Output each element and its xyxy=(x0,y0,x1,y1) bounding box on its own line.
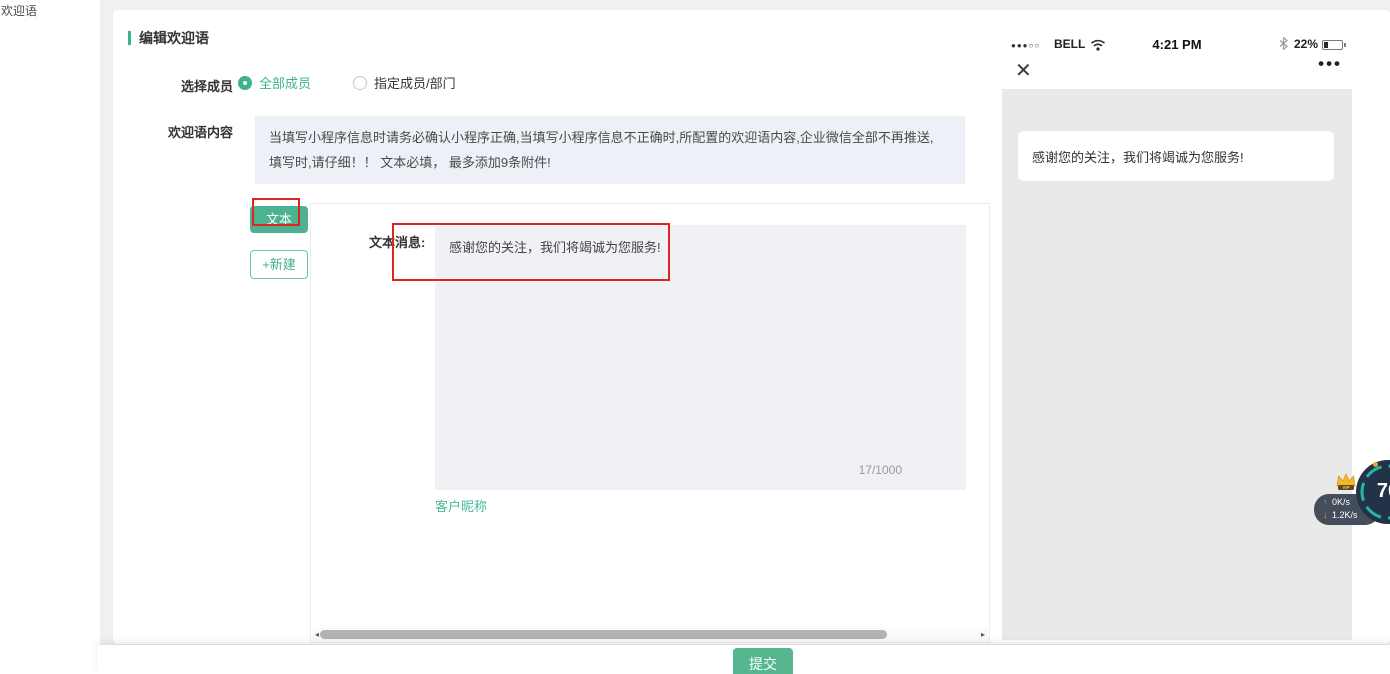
upload-speed: 0K/s xyxy=(1332,497,1350,507)
welcome-message-bubble: 感谢您的关注，我们将竭诚为您服务! xyxy=(1018,131,1334,181)
submit-button[interactable]: 提交 xyxy=(733,648,793,674)
footer-bar: 提交 xyxy=(97,645,1390,674)
title-accent-bar xyxy=(128,31,131,45)
radio-specified-members[interactable] xyxy=(353,76,367,90)
page-title: 编辑欢迎语 xyxy=(139,28,209,48)
welcome-content-label: 欢迎语内容 xyxy=(141,122,233,141)
scroll-right-icon[interactable]: ▸ xyxy=(978,628,988,641)
radio-specified-members-label[interactable]: 指定成员/部门 xyxy=(374,73,456,92)
battery-percent: 22% xyxy=(1294,37,1318,51)
section-title-row: 编辑欢迎语 xyxy=(128,28,209,48)
chat-area: 感谢您的关注，我们将竭诚为您服务! xyxy=(1002,90,1352,640)
select-member-label: 选择成员 xyxy=(151,76,233,95)
vip-crown-icon: VIP xyxy=(1334,471,1358,498)
edit-welcome-card: 编辑欢迎语 选择成员 全部成员 指定成员/部门 欢迎语内容 当填写小程序信息时请… xyxy=(113,10,1390,644)
svg-text:VIP: VIP xyxy=(1342,485,1349,490)
bluetooth-icon xyxy=(1279,37,1288,55)
left-sidebar: 欢迎语 xyxy=(0,0,100,674)
download-arrow-icon: ↓ xyxy=(1323,509,1332,522)
member-radio-group: 全部成员 指定成员/部门 xyxy=(238,73,456,92)
char-counter: 17/1000 xyxy=(859,461,902,480)
battery-icon xyxy=(1322,40,1343,50)
phone-preview: ●●●○○ BELL 4:21 PM 22% ✕ ••• 感谢您的关注，我们将竭… xyxy=(1002,28,1352,640)
phone-header: ●●●○○ BELL 4:21 PM 22% ✕ ••• xyxy=(1002,28,1352,90)
score-gauge-widget[interactable]: 70 xyxy=(1356,460,1390,524)
sidebar-item-welcome-message[interactable]: 欢迎语 xyxy=(1,2,37,19)
radio-all-members-label[interactable]: 全部成员 xyxy=(259,73,311,92)
annotation-box-text-tab xyxy=(252,198,300,226)
notice-line-1: 当填写小程序信息时请务必确认小程序正确,当填写小程序信息不正确时,所配置的欢迎语… xyxy=(269,125,951,150)
upload-arrow-icon: ↑ xyxy=(1323,496,1332,509)
horizontal-scrollbar[interactable]: ◂ ▸ xyxy=(312,628,988,641)
notice-line-2: 填写时,请仔细！！ 文本必填， 最多添加9条附件! xyxy=(269,150,951,175)
screen: 欢迎语 编辑欢迎语 选择成员 全部成员 指定成员/部门 欢迎语内容 当填写小程序… xyxy=(0,0,1390,674)
notice-box: 当填写小程序信息时请务必确认小程序正确,当填写小程序信息不正确时,所配置的欢迎语… xyxy=(255,116,965,184)
add-new-attachment-button[interactable]: +新建 xyxy=(250,250,308,279)
close-icon[interactable]: ✕ xyxy=(1015,58,1032,83)
gauge-score: 70 xyxy=(1356,480,1390,503)
gauge-marker-dot xyxy=(1373,462,1378,467)
annotation-box-message xyxy=(392,223,670,281)
scrollbar-thumb[interactable] xyxy=(320,630,887,639)
more-menu-icon[interactable]: ••• xyxy=(1318,54,1342,74)
download-speed: 1.2K/s xyxy=(1332,510,1358,520)
radio-all-members[interactable] xyxy=(238,76,252,90)
customer-nickname-link[interactable]: 客户昵称 xyxy=(435,496,487,515)
